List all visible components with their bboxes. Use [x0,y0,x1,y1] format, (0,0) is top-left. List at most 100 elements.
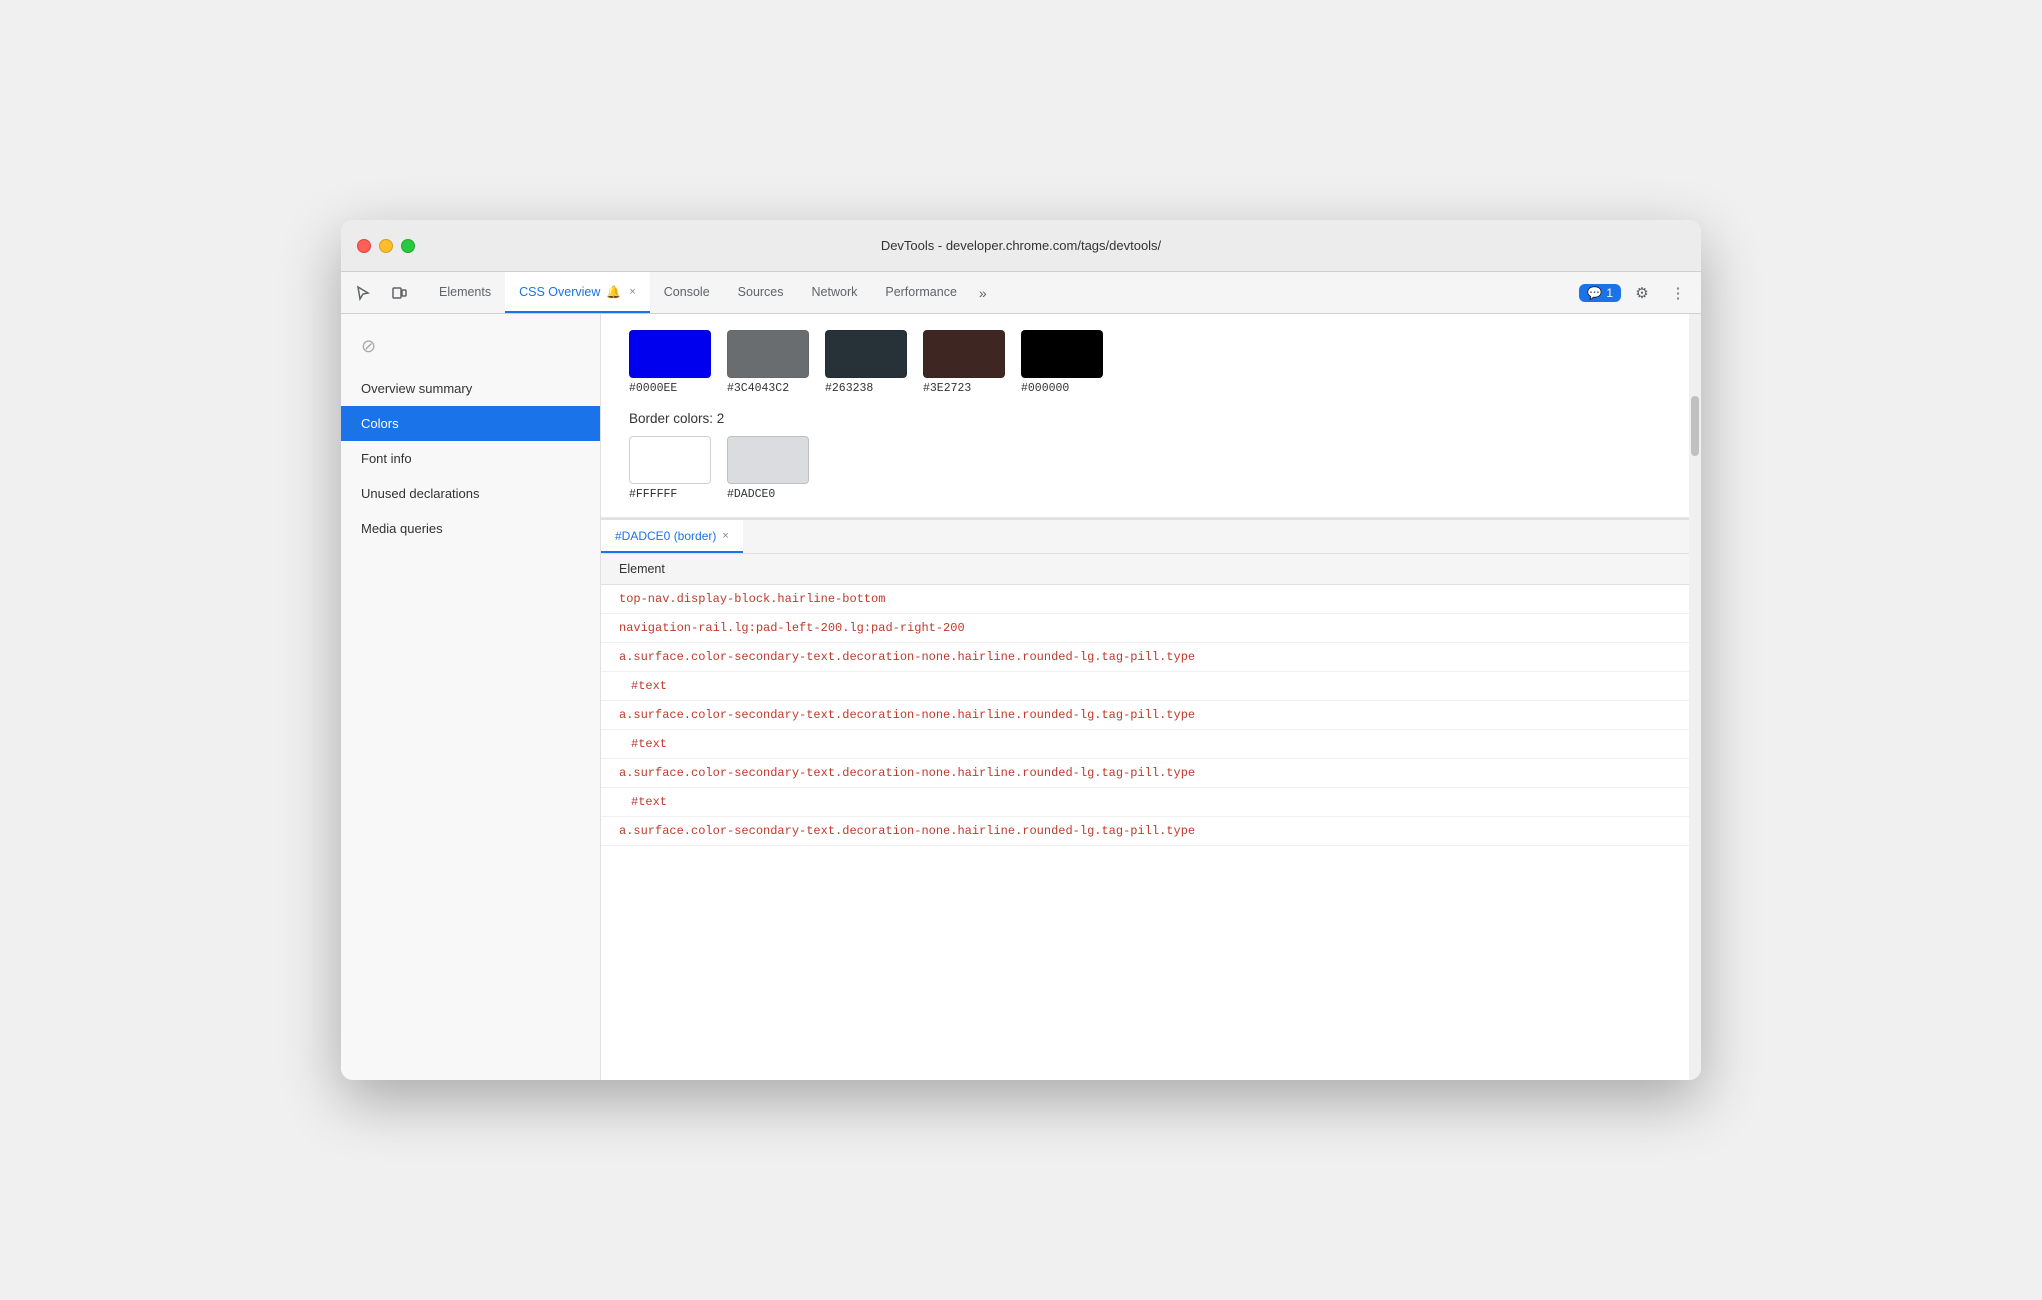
tab-bar: Elements CSS Overview 🔔 × Console Source… [341,272,1701,314]
text-color-swatches: #0000EE #3C4043C2 #263238 [629,330,1673,395]
border-colors-header: Border colors: 2 [629,411,1673,426]
sidebar-blocked-icon: ⊘ [341,322,600,371]
sidebar-item-media-queries-label: Media queries [361,521,443,536]
element-row-1[interactable]: navigation-rail.lg:pad-left-200.lg:pad-r… [601,614,1701,643]
tab-performance-label: Performance [885,285,957,299]
color-box-263238 [825,330,907,378]
chat-button[interactable]: 💬 1 [1579,284,1621,302]
element-row-7-text: #text [631,795,667,809]
window-title: DevTools - developer.chrome.com/tags/dev… [881,238,1161,253]
swatch-263238[interactable]: #263238 [825,330,907,395]
element-row-6-text: a.surface.color-secondary-text.decoratio… [619,766,1195,780]
sidebar-item-media-queries[interactable]: Media queries [341,511,600,546]
element-row-5-text: #text [631,737,667,751]
sidebar-item-unused-declarations[interactable]: Unused declarations [341,476,600,511]
tab-network-label: Network [812,285,858,299]
tab-css-overview[interactable]: CSS Overview 🔔 × [505,272,650,313]
tab-bar-right: 💬 1 ⚙ ⋮ [1579,272,1693,313]
swatch-DADCE0[interactable]: #DADCE0 [727,436,809,501]
sidebar-item-font-info[interactable]: Font info [341,441,600,476]
bottom-tab-close-icon[interactable]: × [722,530,728,542]
color-label-FFFFFF: #FFFFFF [629,488,677,501]
tab-elements[interactable]: Elements [425,272,505,313]
color-box-DADCE0 [727,436,809,484]
element-row-5[interactable]: #text [601,730,1701,759]
more-tabs-button[interactable]: » [971,272,995,313]
sidebar-item-font-info-label: Font info [361,451,412,466]
toolbar-tools [349,272,413,313]
tab-css-overview-close[interactable]: × [629,286,635,298]
element-row-2-text: a.surface.color-secondary-text.decoratio… [619,650,1195,664]
border-color-swatches: #FFFFFF #DADCE0 [629,436,1673,501]
element-table: Element top-nav.display-block.hairline-b… [601,554,1701,1080]
swatch-FFFFFF[interactable]: #FFFFFF [629,436,711,501]
tab-list: Elements CSS Overview 🔔 × Console Source… [425,272,1579,313]
element-row-3[interactable]: #text [601,672,1701,701]
element-row-3-text: #text [631,679,667,693]
cursor-tool[interactable] [349,279,377,307]
maximize-button[interactable] [401,239,415,253]
bottom-panel: #DADCE0 (border) × Element top-nav.displ… [601,518,1701,1080]
color-label-DADCE0: #DADCE0 [727,488,775,501]
bottom-tab-label: #DADCE0 (border) [615,529,716,543]
swatch-3C4043[interactable]: #3C4043C2 [727,330,809,395]
main-content: ⊘ Overview summary Colors Font info Unus… [341,314,1701,1080]
settings-button[interactable]: ⚙ [1627,278,1657,308]
sidebar: ⊘ Overview summary Colors Font info Unus… [341,314,601,1080]
sidebar-item-overview-summary-label: Overview summary [361,381,472,396]
tab-css-overview-label: CSS Overview [519,285,600,299]
minimize-button[interactable] [379,239,393,253]
element-row-0-text: top-nav.display-block.hairline-bottom [619,592,885,606]
content-area: #0000EE #3C4043C2 #263238 [601,314,1701,1080]
chat-icon: 💬 [1587,286,1602,300]
colors-section: #0000EE #3C4043C2 #263238 [601,314,1701,518]
sidebar-item-unused-declarations-label: Unused declarations [361,486,480,501]
tab-console[interactable]: Console [650,272,724,313]
scrollbar[interactable] [1689,314,1701,1080]
element-row-0[interactable]: top-nav.display-block.hairline-bottom [601,585,1701,614]
swatch-3E2723[interactable]: #3E2723 [923,330,1005,395]
more-options-button[interactable]: ⋮ [1663,278,1693,308]
color-label-0000EE: #0000EE [629,382,677,395]
top-colors-area: #0000EE #3C4043C2 #263238 [601,314,1701,518]
color-label-3E2723: #3E2723 [923,382,971,395]
element-row-6[interactable]: a.surface.color-secondary-text.decoratio… [601,759,1701,788]
tab-sources-label: Sources [738,285,784,299]
color-box-0000EE [629,330,711,378]
chat-count: 1 [1606,286,1613,300]
devtools-window: DevTools - developer.chrome.com/tags/dev… [341,220,1701,1080]
device-tool[interactable] [385,279,413,307]
traffic-lights [357,239,415,253]
element-row-1-text: navigation-rail.lg:pad-left-200.lg:pad-r… [619,621,965,635]
close-button[interactable] [357,239,371,253]
tab-performance[interactable]: Performance [871,272,971,313]
color-box-000000 [1021,330,1103,378]
element-column-header: Element [601,554,1701,585]
element-row-4[interactable]: a.surface.color-secondary-text.decoratio… [601,701,1701,730]
sidebar-item-overview-summary[interactable]: Overview summary [341,371,600,406]
title-bar: DevTools - developer.chrome.com/tags/dev… [341,220,1701,272]
color-label-263238: #263238 [825,382,873,395]
swatch-000000[interactable]: #000000 [1021,330,1103,395]
tab-sources[interactable]: Sources [724,272,798,313]
element-row-7[interactable]: #text [601,788,1701,817]
tab-network[interactable]: Network [798,272,872,313]
tab-elements-label: Elements [439,285,491,299]
color-box-3C4043 [727,330,809,378]
bottom-tab-dadce0[interactable]: #DADCE0 (border) × [601,520,743,553]
element-row-8[interactable]: a.surface.color-secondary-text.decoratio… [601,817,1701,846]
color-box-FFFFFF [629,436,711,484]
scroll-thumb[interactable] [1691,396,1699,456]
sidebar-item-colors-label: Colors [361,416,399,431]
tab-console-label: Console [664,285,710,299]
element-row-8-text: a.surface.color-secondary-text.decoratio… [619,824,1195,838]
content-wrapper: #0000EE #3C4043C2 #263238 [601,314,1701,1080]
sidebar-item-colors[interactable]: Colors [341,406,600,441]
color-label-000000: #000000 [1021,382,1069,395]
element-row-2[interactable]: a.surface.color-secondary-text.decoratio… [601,643,1701,672]
color-box-3E2723 [923,330,1005,378]
element-row-4-text: a.surface.color-secondary-text.decoratio… [619,708,1195,722]
tab-warning-icon: 🔔 [606,285,621,299]
color-label-3C4043: #3C4043C2 [727,382,789,395]
swatch-0000EE[interactable]: #0000EE [629,330,711,395]
